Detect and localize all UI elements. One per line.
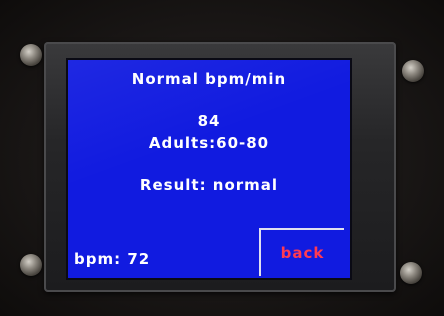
lcd-screen: Normal bpm/min 84 Adults:60-80 Result: n… xyxy=(66,58,352,280)
bottom-right-screw xyxy=(400,262,422,284)
bpm-value: 84 xyxy=(197,112,221,130)
bottom-left-screw xyxy=(20,254,42,276)
screen-title: Normal bpm/min xyxy=(131,70,287,88)
back-button[interactable]: back xyxy=(259,228,344,276)
top-left-screw xyxy=(20,44,42,66)
back-button-label: back xyxy=(280,244,325,262)
adult-range-label: Adults:60-80 xyxy=(148,134,270,152)
top-right-screw xyxy=(402,60,424,82)
device-photo: Normal bpm/min 84 Adults:60-80 Result: n… xyxy=(0,0,444,316)
result-label: Result: normal xyxy=(139,176,279,194)
bpm-reading: bpm: 72 xyxy=(74,250,151,268)
